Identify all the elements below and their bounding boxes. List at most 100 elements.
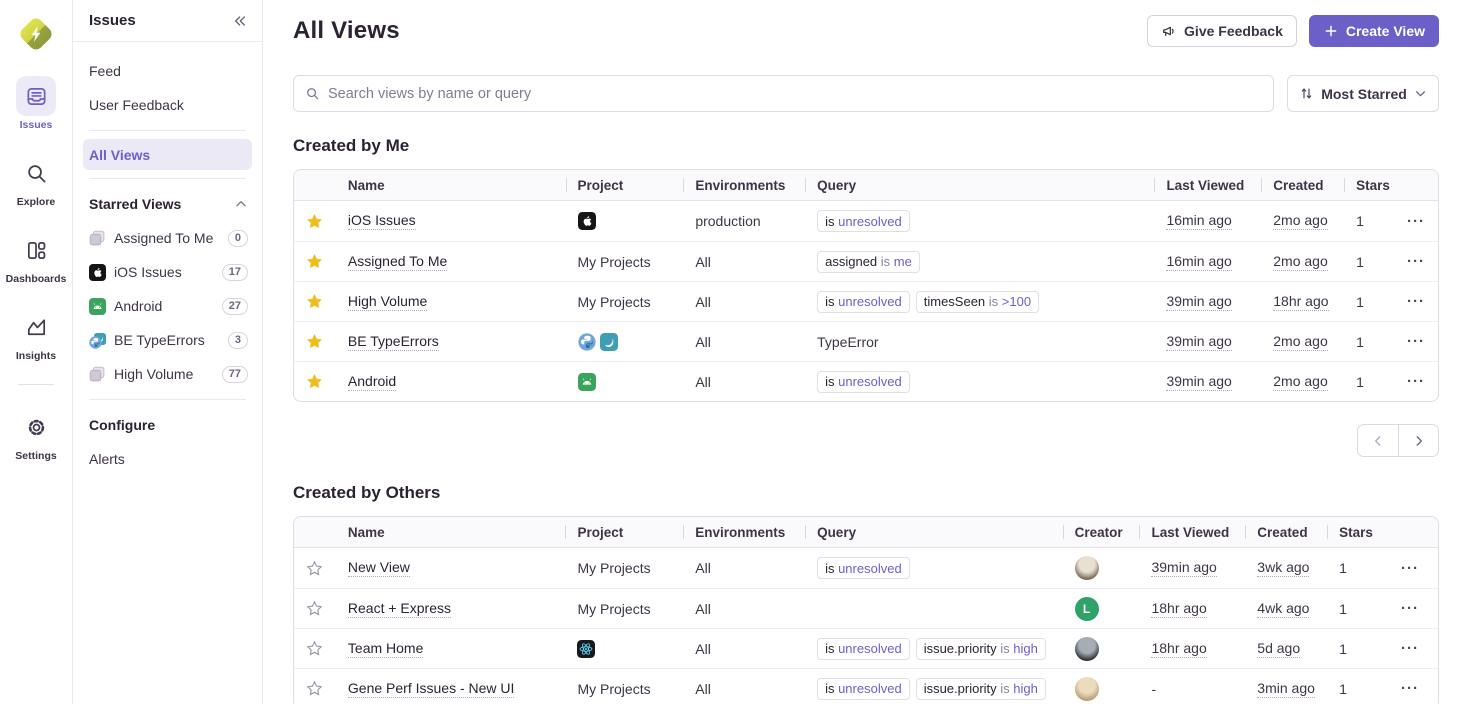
view-name-cell: React + Express	[336, 589, 566, 628]
teal-icon	[600, 333, 618, 351]
row-menu-cell: ···	[1382, 669, 1438, 704]
ellipsis-menu-button[interactable]: ···	[1395, 637, 1425, 660]
rail-item-issues[interactable]: Issues	[6, 76, 67, 131]
sort-dropdown[interactable]: Most Starred	[1287, 75, 1439, 112]
query-chip: issue.priority is high	[916, 638, 1046, 660]
created-cell: 2mo ago	[1261, 201, 1344, 241]
star-toggle[interactable]	[294, 282, 336, 321]
ellipsis-menu-button[interactable]: ···	[1395, 677, 1425, 700]
last-viewed-cell: 39min ago	[1154, 282, 1261, 321]
view-name-link[interactable]: Android	[348, 373, 396, 391]
rail-item-settings[interactable]: Settings	[6, 407, 67, 462]
rail-item-label: Dashboards	[6, 273, 67, 285]
ellipsis-menu-button[interactable]: ···	[1401, 250, 1431, 273]
starred-views-label: Starred Views	[89, 196, 234, 212]
rail-item-explore[interactable]: Explore	[6, 153, 67, 208]
chevron-up-icon[interactable]	[234, 197, 248, 211]
star-toggle[interactable]	[294, 322, 336, 361]
view-name-link[interactable]: Assigned To Me	[348, 253, 447, 271]
environments-cell: All	[683, 669, 805, 704]
query-cell: TypeError	[805, 322, 1154, 361]
view-name-cell: BE TypeErrors	[336, 322, 566, 361]
environments-cell: All	[683, 322, 805, 361]
table-header-row: NameProjectEnvironmentsQueryCreatorLast …	[294, 517, 1438, 548]
query-chip: is unresolved	[817, 291, 910, 313]
view-name-link[interactable]: BE TypeErrors	[348, 333, 439, 351]
creator-avatar: L	[1075, 597, 1099, 621]
creator-cell: L	[1063, 589, 1140, 628]
stars-count-cell: 1	[1327, 629, 1382, 668]
ellipsis-menu-button[interactable]: ···	[1401, 290, 1431, 313]
nav-rail-items: Issues Explore Dashboards Insights Setti…	[6, 76, 67, 484]
table-row: High VolumeMy ProjectsAllis unresolvedti…	[294, 281, 1438, 321]
star-toggle[interactable]	[294, 589, 336, 628]
double-chevron-left-icon[interactable]	[232, 13, 248, 29]
search-input[interactable]	[328, 86, 1262, 102]
stars-count-cell: 1	[1344, 362, 1394, 401]
star-toggle[interactable]	[294, 669, 336, 704]
sidebar-item-all-views[interactable]: All Views	[83, 139, 252, 170]
search-icon	[305, 86, 320, 101]
star-column-header	[294, 517, 336, 547]
query-cell: is unresolvedissue.priority is high	[805, 669, 1063, 704]
view-name-link[interactable]: iOS Issues	[348, 212, 416, 230]
section-title-created-by-me: Created by Me	[293, 136, 1439, 156]
star-toggle[interactable]	[294, 548, 336, 588]
search-icon	[16, 153, 56, 193]
project-cell: My Projects	[565, 589, 683, 628]
sidebar-item-label: All Views	[89, 147, 150, 163]
star-toggle[interactable]	[294, 362, 336, 401]
ellipsis-menu-button[interactable]: ···	[1401, 370, 1431, 393]
pagination-next-button[interactable]	[1398, 425, 1438, 456]
sidebar-item-alerts[interactable]: Alerts	[73, 442, 262, 476]
table-row: Team HomeAllis unresolvedissue.priority …	[294, 628, 1438, 668]
query-chip: issue.priority is high	[916, 678, 1046, 700]
starred-view-item-high-volume[interactable]: High Volume 77	[73, 357, 262, 391]
issues-sidebar: Issues FeedUser Feedback All Views Starr…	[73, 0, 263, 704]
sentry-logo-icon[interactable]	[14, 12, 58, 56]
android-icon	[578, 373, 596, 391]
query-cell: is unresolved	[805, 362, 1154, 401]
star-toggle[interactable]	[294, 629, 336, 668]
create-view-button[interactable]: Create View	[1309, 15, 1439, 47]
pagination-group	[1357, 424, 1439, 457]
view-name-link[interactable]: React + Express	[348, 600, 451, 618]
creator-cell	[1063, 548, 1140, 588]
star-toggle[interactable]	[294, 242, 336, 281]
ellipsis-menu-button[interactable]: ···	[1401, 330, 1431, 353]
view-name-link[interactable]: Team Home	[348, 640, 423, 658]
project-cell: My Projects	[565, 548, 683, 588]
rail-item-dashboards[interactable]: Dashboards	[6, 230, 67, 285]
table-row: AndroidAllis unresolved39min ago2mo ago1…	[294, 361, 1438, 401]
project-cell	[566, 201, 684, 241]
starred-view-item-be-typeerrors[interactable]: BE TypeErrors 3	[73, 323, 262, 357]
ellipsis-menu-button[interactable]: ···	[1401, 210, 1431, 233]
starred-view-item-android[interactable]: Android 27	[73, 289, 262, 323]
view-name-link[interactable]: Gene Perf Issues - New UI	[348, 680, 515, 698]
column-header-project: Project	[566, 170, 684, 200]
starred-view-item-assigned-to-me[interactable]: Assigned To Me 0	[73, 221, 262, 255]
sort-arrows-icon	[1299, 86, 1314, 101]
ellipsis-menu-button[interactable]: ···	[1395, 557, 1425, 580]
query-cell: assigned is me	[805, 242, 1154, 281]
give-feedback-button[interactable]: Give Feedback	[1147, 15, 1297, 47]
column-header-stars: Stars	[1344, 170, 1394, 200]
star-toggle[interactable]	[294, 201, 336, 241]
sidebar-item-feed[interactable]: Feed	[73, 54, 262, 88]
starred-view-item-ios-issues[interactable]: iOS Issues 17	[73, 255, 262, 289]
rail-item-insights[interactable]: Insights	[6, 307, 67, 362]
chevron-right-icon	[1412, 434, 1426, 448]
stars-count-cell: 1	[1344, 282, 1394, 321]
query-cell: is unresolved	[805, 548, 1063, 588]
divider	[89, 130, 246, 131]
pagination-prev-button[interactable]	[1358, 425, 1398, 456]
environments-cell: All	[683, 362, 805, 401]
sidebar-item-user-feedback[interactable]: User Feedback	[73, 88, 262, 122]
configure-heading: Configure	[73, 408, 262, 442]
view-name-link[interactable]: High Volume	[348, 293, 427, 311]
view-name-link[interactable]: New View	[348, 559, 410, 577]
starred-view-label: Android	[114, 298, 214, 314]
ellipsis-menu-button[interactable]: ···	[1395, 597, 1425, 620]
created-cell: 2mo ago	[1261, 242, 1344, 281]
last-viewed-cell: 39min ago	[1139, 548, 1245, 588]
